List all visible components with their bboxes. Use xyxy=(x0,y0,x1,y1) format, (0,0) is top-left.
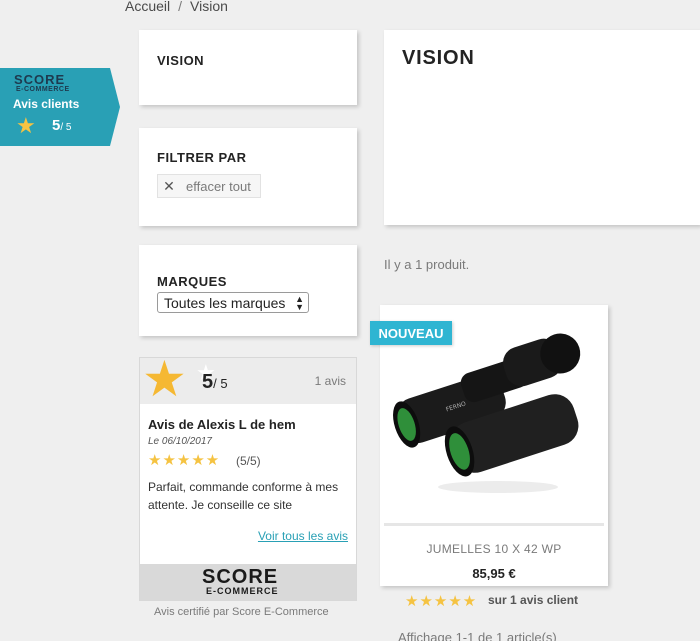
product-name[interactable]: JUMELLES 10 X 42 WP xyxy=(380,542,608,556)
category-block-title[interactable]: VISION xyxy=(157,53,204,68)
certified-text: Avis certifié par Score E-Commerce xyxy=(154,606,329,618)
badge-label: Avis clients xyxy=(13,97,80,111)
review-date: Le 06/10/2017 xyxy=(148,436,212,447)
brands-block-title: MARQUES xyxy=(157,274,227,289)
see-all-reviews-link[interactable]: Voir tous les avis xyxy=(258,529,348,543)
score-logo: SCORE xyxy=(14,72,66,87)
review-count: 1 avis xyxy=(314,374,346,388)
review-note: (5/5) xyxy=(236,454,261,468)
page-title: VISION xyxy=(402,47,475,69)
badge-stars-icon: ★ xyxy=(16,113,36,138)
score-logo-sub: E-COMMERCE xyxy=(16,86,70,93)
score-footer-logo: SCORE xyxy=(202,566,279,588)
review-comment: Parfait, commande conforme à mes attente… xyxy=(148,480,339,512)
close-icon: ✕ xyxy=(163,177,175,194)
product-card[interactable]: FERNO JUMELLES 10 X 42 WP 85,95 € xyxy=(380,305,608,586)
pagination-summary: Affichage 1-1 de 1 article(s) xyxy=(398,630,557,641)
product-rating-label: sur 1 avis client xyxy=(488,593,579,607)
score-footer-logo-sub: E-COMMERCE xyxy=(206,586,279,596)
review-header: ★ ★ 5/ 5 1 avis xyxy=(140,354,356,404)
review-footer[interactable]: SCORE E-COMMERCE xyxy=(140,564,356,600)
filter-block-title: FILTRER PAR xyxy=(157,150,247,165)
breadcrumb-home[interactable]: Accueil xyxy=(125,0,170,14)
select-arrows-icon: ▲ ▼ xyxy=(295,294,304,312)
badge-tip xyxy=(110,68,120,146)
review-author: Avis de Alexis L de hem xyxy=(148,417,296,432)
brand-select-value: Toutes les marques xyxy=(164,294,286,311)
badge-score: 5/ 5 xyxy=(52,117,72,134)
breadcrumb-separator: / xyxy=(178,0,183,14)
big-star-icon: ★ xyxy=(142,351,187,407)
filter-block: FILTRER PAR ✕ effacer tout xyxy=(139,128,357,226)
score-badge[interactable]: SCORE E-COMMERCE Avis clients ★ 5/ 5 xyxy=(0,68,120,146)
product-divider xyxy=(384,523,604,526)
clear-filters-label: effacer tout xyxy=(186,178,251,194)
breadcrumb-current[interactable]: Vision xyxy=(190,0,228,14)
product-count: Il y a 1 produit. xyxy=(384,257,470,272)
category-header: VISION xyxy=(384,30,700,225)
product-price: 85,95 € xyxy=(472,566,516,581)
breadcrumb: Accueil / Vision xyxy=(125,0,228,14)
review-rating: 5/ 5 xyxy=(202,371,228,393)
category-block: VISION xyxy=(139,30,357,105)
review-stars-icon: ★★★★★ xyxy=(148,452,221,469)
review-widget: ★ ★ 5/ 5 1 avis Avis de Alexis L de hem … xyxy=(139,354,357,601)
product-stars-icon: ★★★★★ xyxy=(405,593,478,610)
clear-filters-button[interactable]: ✕ effacer tout xyxy=(157,174,261,198)
new-badge: NOUVEAU xyxy=(370,321,452,345)
brands-block: MARQUES Toutes les marques ▲ ▼ xyxy=(139,245,357,336)
brand-select[interactable]: Toutes les marques ▲ ▼ xyxy=(157,292,309,313)
